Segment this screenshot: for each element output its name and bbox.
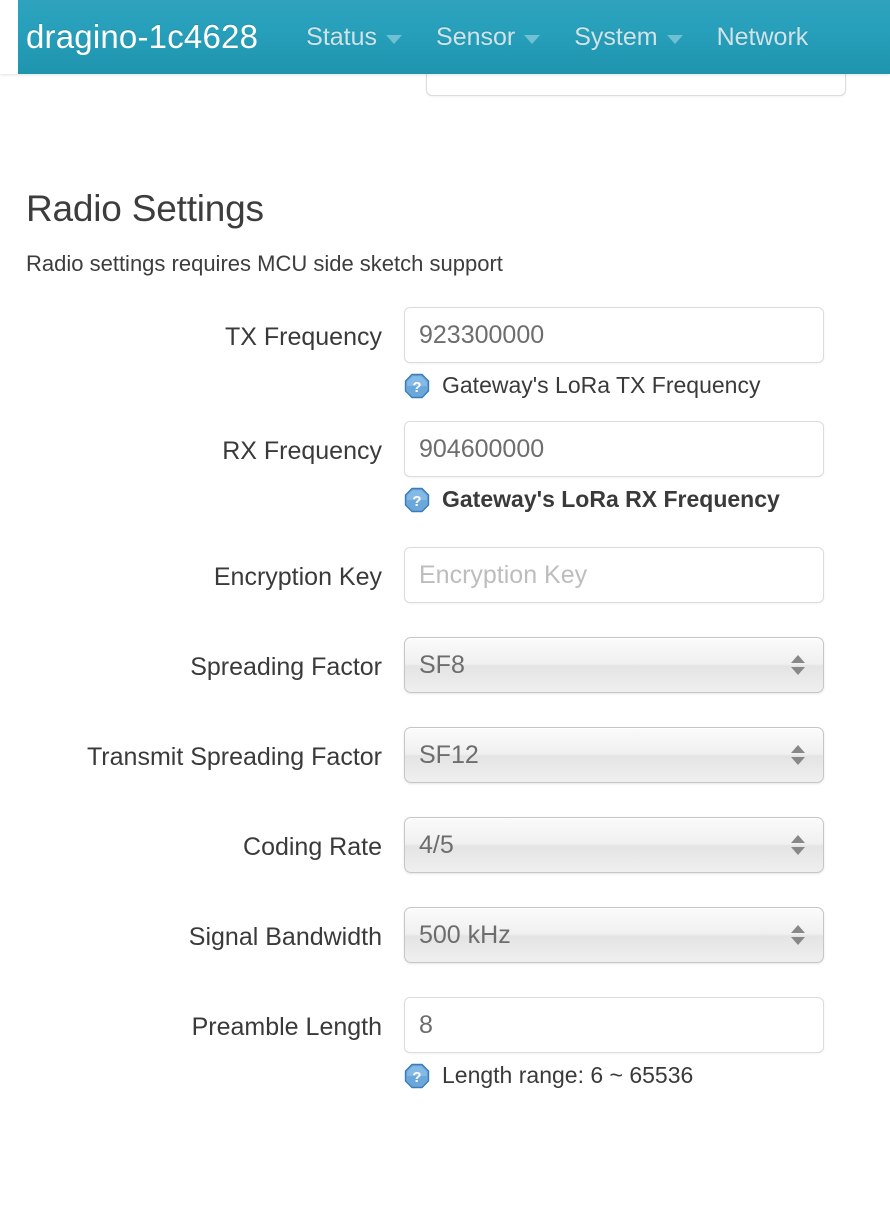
hint-tx-frequency: ? Gateway's LoRa TX Frequency xyxy=(404,372,824,399)
label-coding-rate: Coding Rate xyxy=(243,833,382,861)
form-row-spreading-factor: Spreading Factor SF8 xyxy=(0,637,890,693)
chevron-down-icon xyxy=(524,35,541,44)
main-content: Radio Settings Radio settings requires M… xyxy=(0,74,890,1095)
top-navbar: dragino-1c4628 Status Sensor System Netw… xyxy=(0,0,890,74)
form-row-transmit-spreading-factor: Transmit Spreading Factor SF12 xyxy=(0,727,890,783)
row-spacer xyxy=(0,879,890,907)
hint-text: Gateway's LoRa TX Frequency xyxy=(442,372,761,398)
form-row-preamble-length: Preamble Length ? Length range: 6 ~ 6553… xyxy=(0,997,890,1089)
hint-preamble-length: ? Length range: 6 ~ 65536 xyxy=(404,1062,824,1089)
nav-item-label: Status xyxy=(306,22,378,51)
transmit-spreading-factor-select-wrap: SF12 xyxy=(404,727,824,783)
coding-rate-select-wrap: 4/5 xyxy=(404,817,824,873)
chevron-down-icon xyxy=(666,35,683,44)
encryption-key-input[interactable] xyxy=(404,547,824,603)
row-spacer xyxy=(0,519,890,547)
svg-text:?: ? xyxy=(412,493,421,510)
form-row-coding-rate: Coding Rate 4/5 xyxy=(0,817,890,873)
row-spacer xyxy=(0,609,890,637)
nav-item-status[interactable]: Status xyxy=(306,22,403,52)
section-description: Radio settings requires MCU side sketch … xyxy=(26,251,503,276)
help-icon[interactable]: ? xyxy=(404,487,430,513)
hint-text: Length range: 6 ~ 65536 xyxy=(442,1062,694,1088)
form-row-tx-frequency: TX Frequency ? Gateway's LoRa TX Frequen… xyxy=(0,307,890,399)
rx-frequency-input[interactable] xyxy=(404,421,824,477)
nav-item-label: System xyxy=(574,22,658,51)
section-header: Radio Settings Radio settings requires M… xyxy=(0,74,890,277)
field-coding-rate: 4/5 xyxy=(404,817,824,873)
label-signal-bandwidth: Signal Bandwidth xyxy=(188,923,382,951)
help-icon[interactable]: ? xyxy=(404,373,430,399)
nav-item-label: Network xyxy=(716,22,809,51)
help-icon[interactable]: ? xyxy=(404,1063,430,1089)
row-spacer xyxy=(0,789,890,817)
coding-rate-select[interactable]: 4/5 xyxy=(404,817,824,873)
page-root: dragino-1c4628 Status Sensor System Netw… xyxy=(0,0,890,1210)
label-rx-frequency: RX Frequency xyxy=(222,437,382,465)
label-transmit-spreading-factor: Transmit Spreading Factor xyxy=(86,743,382,771)
nav-item-sensor[interactable]: Sensor xyxy=(436,22,541,52)
chevron-down-icon xyxy=(386,35,403,44)
brand-title[interactable]: dragino-1c4628 xyxy=(26,18,258,56)
label-preamble-length: Preamble Length xyxy=(191,1013,382,1041)
field-encryption-key xyxy=(404,547,824,603)
field-rx-frequency: ? Gateway's LoRa RX Frequency xyxy=(404,421,824,513)
field-signal-bandwidth: 500 kHz xyxy=(404,907,824,963)
form-row-rx-frequency: RX Frequency ? Gateway's LoRa RX Frequen… xyxy=(0,421,890,513)
nav-item-system[interactable]: System xyxy=(574,22,683,52)
radio-settings-form: TX Frequency ? Gateway's LoRa TX Frequen… xyxy=(0,307,890,1089)
nav-item-network[interactable]: Network xyxy=(717,23,809,52)
spreading-factor-select-wrap: SF8 xyxy=(404,637,824,693)
spreading-factor-select[interactable]: SF8 xyxy=(404,637,824,693)
svg-text:?: ? xyxy=(412,1069,421,1086)
tx-frequency-input[interactable] xyxy=(404,307,824,363)
row-spacer xyxy=(0,969,890,997)
navbar-menu: Status Sensor System Network xyxy=(306,23,808,52)
hint-text: Gateway's LoRa RX Frequency xyxy=(442,486,780,512)
signal-bandwidth-select[interactable]: 500 kHz xyxy=(404,907,824,963)
hint-rx-frequency: ? Gateway's LoRa RX Frequency xyxy=(404,486,824,513)
field-preamble-length: ? Length range: 6 ~ 65536 xyxy=(404,997,824,1089)
field-spreading-factor: SF8 xyxy=(404,637,824,693)
preamble-length-input[interactable] xyxy=(404,997,824,1053)
form-row-signal-bandwidth: Signal Bandwidth 500 kHz xyxy=(0,907,890,963)
nav-item-label: Sensor xyxy=(436,22,516,51)
row-spacer xyxy=(0,405,890,421)
label-encryption-key: Encryption Key xyxy=(213,563,382,591)
label-tx-frequency: TX Frequency xyxy=(224,323,382,351)
page-title: Radio Settings xyxy=(26,188,264,229)
field-tx-frequency: ? Gateway's LoRa TX Frequency xyxy=(404,307,824,399)
signal-bandwidth-select-wrap: 500 kHz xyxy=(404,907,824,963)
transmit-spreading-factor-select[interactable]: SF12 xyxy=(404,727,824,783)
label-spreading-factor: Spreading Factor xyxy=(190,653,382,681)
navbar-left-margin xyxy=(0,0,18,74)
svg-text:?: ? xyxy=(412,379,421,396)
form-row-encryption-key: Encryption Key xyxy=(0,547,890,603)
row-spacer xyxy=(0,699,890,727)
field-transmit-spreading-factor: SF12 xyxy=(404,727,824,783)
navbar-inner: dragino-1c4628 Status Sensor System Netw… xyxy=(18,0,890,74)
